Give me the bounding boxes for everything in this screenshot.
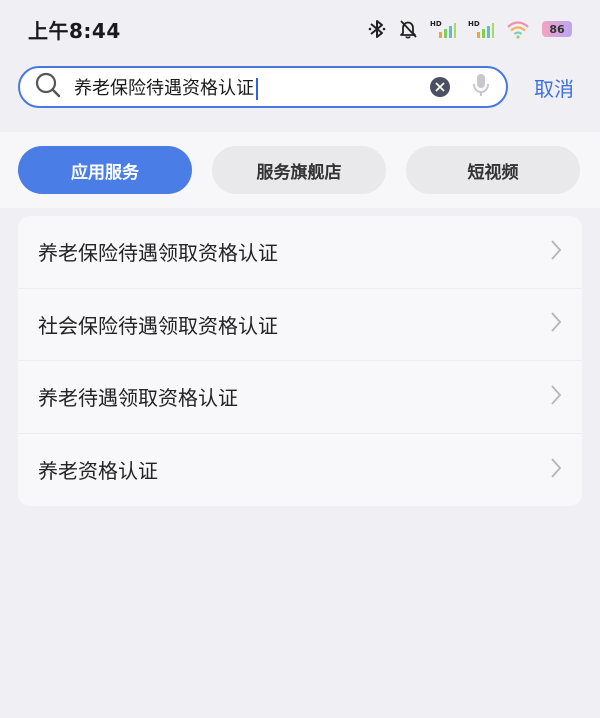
tab-short-videos[interactable]: 短视频 xyxy=(406,146,580,194)
status-icons: HD HD 86 xyxy=(368,19,572,39)
bluetooth-icon xyxy=(368,19,386,39)
list-item[interactable]: 养老保险待遇领取资格认证 xyxy=(18,216,582,289)
search-row: 养老保险待遇资格认证 取消 xyxy=(18,64,584,110)
list-item-label: 社会保险待遇领取资格认证 xyxy=(38,313,278,338)
status-bar: 上午8:44 HD HD 86 xyxy=(0,0,600,64)
svg-text:HD: HD xyxy=(468,20,480,28)
chevron-right-icon xyxy=(550,384,562,410)
signal-icon-2: HD xyxy=(468,19,494,39)
category-tabs: 应用服务 服务旗舰店 短视频 xyxy=(0,132,600,208)
chevron-right-icon xyxy=(550,311,562,337)
signal-icon-1: HD xyxy=(430,19,456,39)
list-item-label: 养老待遇领取资格认证 xyxy=(38,386,238,411)
cancel-button[interactable]: 取消 xyxy=(534,73,574,102)
battery-indicator: 86 xyxy=(542,21,572,37)
text-cursor xyxy=(256,78,258,100)
clear-search-icon[interactable] xyxy=(430,77,450,97)
tab-app-services[interactable]: 应用服务 xyxy=(18,146,192,194)
list-item[interactable]: 养老待遇领取资格认证 xyxy=(18,361,582,434)
tab-flagship-stores[interactable]: 服务旗舰店 xyxy=(212,146,386,194)
list-item-label: 养老保险待遇领取资格认证 xyxy=(38,241,278,266)
status-time: 上午8:44 xyxy=(28,18,121,43)
svg-text:HD: HD xyxy=(430,20,442,28)
search-icon xyxy=(34,71,62,103)
chevron-right-icon xyxy=(550,457,562,483)
search-box[interactable]: 养老保险待遇资格认证 xyxy=(18,66,508,108)
wifi-icon xyxy=(506,19,530,39)
results-list: 养老保险待遇领取资格认证 社会保险待遇领取资格认证 养老待遇领取资格认证 养老资… xyxy=(18,216,582,506)
chevron-right-icon xyxy=(550,239,562,265)
list-item-label: 养老资格认证 xyxy=(38,459,158,484)
list-item[interactable]: 养老资格认证 xyxy=(18,434,582,507)
search-query-text: 养老保险待遇资格认证 xyxy=(74,78,254,99)
search-input[interactable]: 养老保险待遇资格认证 xyxy=(74,74,430,100)
bell-muted-icon xyxy=(398,19,418,39)
microphone-icon[interactable] xyxy=(472,72,490,102)
list-item[interactable]: 社会保险待遇领取资格认证 xyxy=(18,289,582,361)
